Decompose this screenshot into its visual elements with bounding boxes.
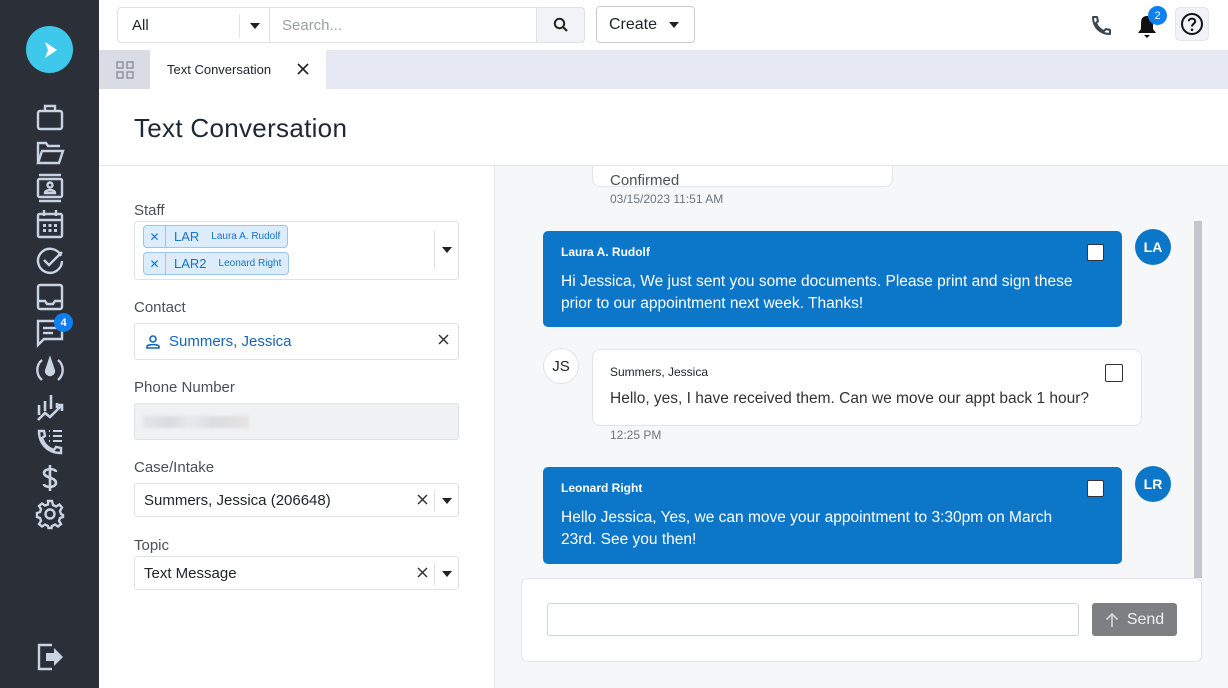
- gear-icon[interactable]: [32, 497, 68, 531]
- message-timestamp: 03/15/2023 11:51 AM: [610, 192, 724, 206]
- page-header: Text Conversation: [99, 89, 1228, 166]
- tab-label: Text Conversation: [167, 62, 272, 77]
- message-bubble-incoming: Summers, Jessica Hello, yes, I have rece…: [592, 349, 1142, 426]
- contact-card-icon[interactable]: [32, 171, 68, 205]
- message-bubble-outgoing: Leonard Right Hello Jessica, Yes, we can…: [543, 467, 1122, 564]
- briefcase-icon[interactable]: [32, 100, 68, 134]
- tab-grid-button[interactable]: [99, 50, 150, 89]
- message-composer: Send: [521, 578, 1202, 662]
- message-select-checkbox[interactable]: [1105, 364, 1123, 382]
- calendar-icon[interactable]: [32, 207, 68, 241]
- top-bar: All Create 2: [99, 0, 1228, 50]
- contact-value: Summers, Jessica: [169, 333, 292, 350]
- phone-list-icon[interactable]: [32, 425, 68, 459]
- arrow-up-icon: [1105, 612, 1118, 627]
- play-logo-icon[interactable]: [26, 26, 73, 73]
- tab-bar: Text Conversation: [99, 50, 1228, 89]
- sidebar: 4: [0, 0, 99, 688]
- case-value: Summers, Jessica (206648): [144, 491, 331, 509]
- staff-chip[interactable]: ✕ LAR Laura A. Rudolf: [143, 225, 289, 248]
- case-select[interactable]: Summers, Jessica (206648): [134, 483, 459, 517]
- close-icon[interactable]: [296, 62, 310, 76]
- message-sender: Summers, Jessica: [610, 365, 709, 379]
- message-body: Hello, yes, I have received them. Can we…: [610, 390, 1090, 407]
- folder-open-icon[interactable]: [32, 136, 68, 170]
- phone-button[interactable]: [1087, 12, 1115, 40]
- message-sender: Leonard Right: [561, 481, 643, 495]
- chevron-down-icon: [669, 21, 680, 28]
- chart-trend-icon[interactable]: [32, 390, 68, 424]
- message-body: Confirmed: [610, 172, 680, 189]
- grid-icon: [115, 60, 134, 79]
- message-bubble-previous: Confirmed: [592, 166, 893, 189]
- avatar: LR: [1135, 466, 1171, 502]
- chevron-down-icon[interactable]: [434, 563, 458, 585]
- message-body: Hi Jessica, We just sent you some docume…: [561, 273, 1073, 312]
- thread-scrollbar[interactable]: [1194, 221, 1202, 578]
- remove-chip-icon[interactable]: ✕: [144, 253, 166, 274]
- message-sender: Laura A. Rudolf: [561, 245, 650, 259]
- send-label: Send: [1126, 610, 1165, 628]
- case-label: Case/Intake: [134, 459, 215, 476]
- search-input[interactable]: [269, 7, 537, 43]
- staff-label: Staff: [134, 202, 165, 219]
- search-button[interactable]: [536, 7, 585, 43]
- help-icon: [1181, 13, 1203, 35]
- dollar-icon[interactable]: [32, 461, 68, 495]
- notifications-badge: 2: [1148, 6, 1167, 25]
- search-scope-value: All: [132, 16, 149, 34]
- phone-icon: [1092, 16, 1111, 35]
- clear-icon[interactable]: [438, 334, 449, 345]
- redacted-phone: [143, 415, 249, 428]
- message-select-checkbox[interactable]: [1087, 244, 1104, 261]
- message-thread: Confirmed 03/15/2023 11:51 AM Laura A. R…: [495, 166, 1228, 688]
- search-scope-select[interactable]: All: [117, 7, 269, 43]
- contact-label: Contact: [134, 299, 186, 316]
- topic-value: Text Message: [144, 564, 237, 582]
- remove-chip-icon[interactable]: ✕: [144, 226, 166, 247]
- topic-select[interactable]: Text Message: [134, 556, 459, 590]
- search-icon: [553, 17, 568, 32]
- create-label: Create: [609, 15, 658, 33]
- messages-badge: 4: [54, 313, 73, 332]
- page-title: Text Conversation: [134, 113, 348, 143]
- clear-icon[interactable]: [417, 494, 428, 505]
- contact-field[interactable]: Summers, Jessica: [134, 323, 459, 360]
- help-button[interactable]: [1175, 7, 1209, 41]
- message-input[interactable]: [547, 603, 1079, 636]
- chevron-down-icon[interactable]: [434, 231, 458, 269]
- message-bubble-outgoing: Laura A. Rudolf Hi Jessica, We just sent…: [543, 231, 1122, 327]
- chevron-down-icon[interactable]: [239, 14, 269, 38]
- conversation-details-form: Staff ✕ LAR Laura A. Rudolf ✕ LAR2 Leona…: [99, 166, 495, 688]
- message-timestamp: 12:25 PM: [610, 428, 662, 442]
- create-button[interactable]: Create: [596, 6, 695, 43]
- avatar: JS: [543, 348, 579, 384]
- chevron-down-icon[interactable]: [434, 490, 458, 512]
- staff-chip[interactable]: ✕ LAR2 Leonard Right: [143, 252, 290, 275]
- phone-number-field[interactable]: [134, 403, 459, 440]
- message-select-checkbox[interactable]: [1087, 480, 1104, 497]
- staff-chip-name: Laura A. Rudolf: [211, 231, 281, 242]
- drop-gauge-icon[interactable]: [32, 353, 68, 387]
- staff-chip-code: LAR2: [174, 256, 207, 271]
- logout-icon[interactable]: [32, 640, 68, 674]
- tab-text-conversation[interactable]: Text Conversation: [150, 50, 326, 89]
- staff-chip-name: Leonard Right: [218, 258, 282, 269]
- staff-multiselect[interactable]: ✕ LAR Laura A. Rudolf ✕ LAR2 Leonard Rig…: [134, 221, 459, 280]
- phone-label: Phone Number: [134, 379, 235, 396]
- topic-label: Topic: [134, 537, 170, 554]
- clear-icon[interactable]: [417, 567, 428, 578]
- message-body: Hello Jessica, Yes, we can move your app…: [561, 509, 1053, 548]
- check-circle-icon[interactable]: [32, 243, 68, 277]
- staff-chip-code: LAR: [174, 229, 200, 244]
- inbox-tray-icon[interactable]: [32, 280, 68, 314]
- person-icon: [146, 334, 160, 349]
- send-button[interactable]: Send: [1092, 603, 1177, 636]
- avatar: LA: [1135, 229, 1171, 265]
